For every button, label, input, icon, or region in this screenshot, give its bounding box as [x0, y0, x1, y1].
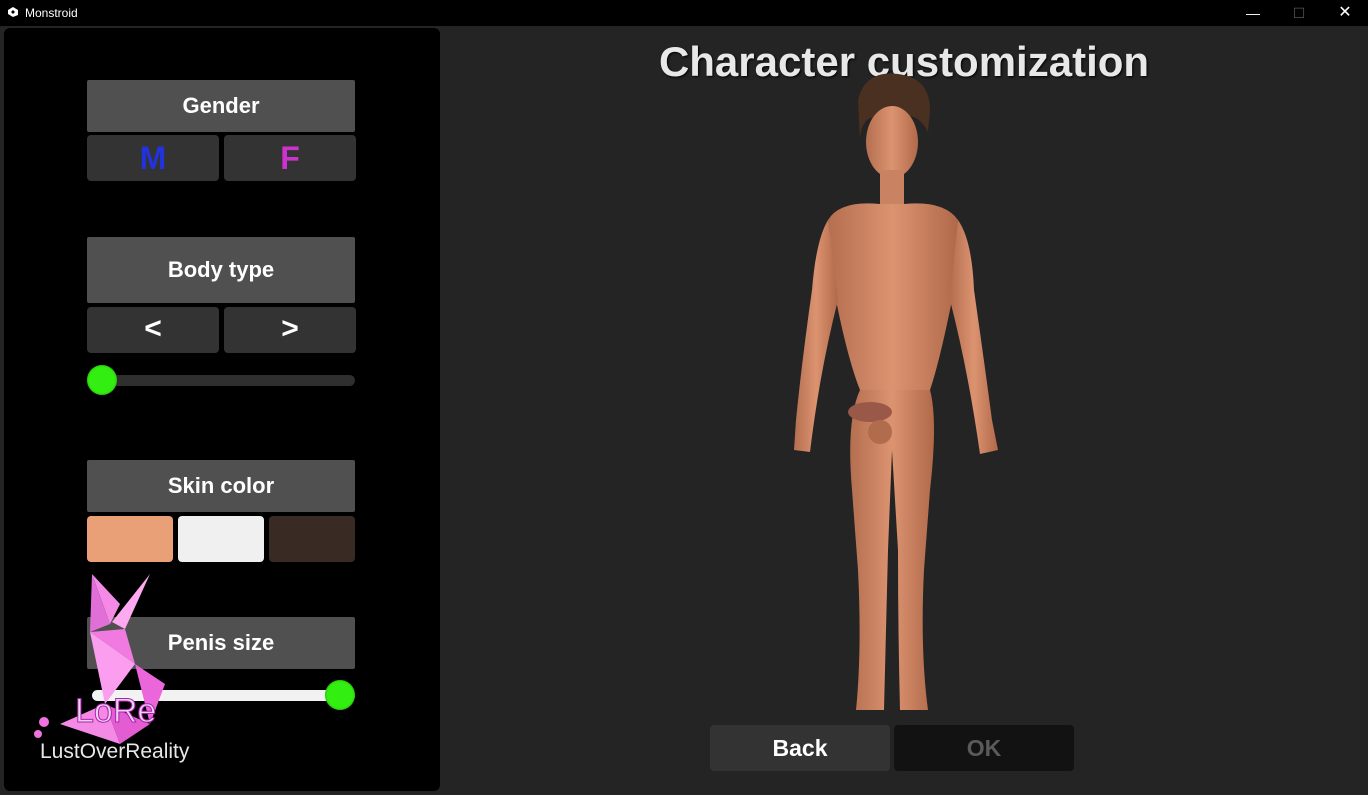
penis-size-slider-knob[interactable]	[325, 680, 355, 710]
body-type-header: Body type	[87, 237, 355, 303]
gender-header: Gender	[87, 80, 355, 132]
body-type-slider-track[interactable]	[92, 375, 355, 386]
maximize-button[interactable]: ☐	[1276, 0, 1322, 26]
gender-female-button[interactable]: F	[224, 135, 356, 181]
close-button[interactable]: ✕	[1322, 0, 1368, 26]
gender-male-label: M	[139, 140, 167, 176]
game-viewport: Gender M F Body type < > Skin color Peni…	[0, 26, 1368, 795]
character-model[interactable]	[780, 70, 1010, 710]
gender-male-button[interactable]: M	[87, 135, 219, 181]
window-titlebar: Monstroid — ☐ ✕	[0, 0, 1368, 26]
body-type-next-button[interactable]: >	[224, 307, 356, 353]
skin-swatch-tan[interactable]	[87, 516, 173, 562]
ok-button[interactable]: OK	[894, 725, 1074, 771]
unity-app-icon	[8, 7, 18, 17]
skin-color-header: Skin color	[87, 460, 355, 512]
skin-swatch-light[interactable]	[178, 516, 264, 562]
rabbit-logo-icon: LoRe	[34, 574, 165, 744]
body-type-prev-button[interactable]: <	[87, 307, 219, 353]
gender-female-label: F	[280, 140, 300, 176]
skin-swatch-dark[interactable]	[269, 516, 355, 562]
logo-letters: LoRe	[75, 692, 156, 730]
window-title: Monstroid	[25, 6, 78, 20]
logo-caption: LustOverReality	[40, 740, 190, 763]
back-button[interactable]: Back	[710, 725, 890, 771]
body-type-slider-knob[interactable]	[87, 365, 117, 395]
minimize-button[interactable]: —	[1230, 0, 1276, 26]
